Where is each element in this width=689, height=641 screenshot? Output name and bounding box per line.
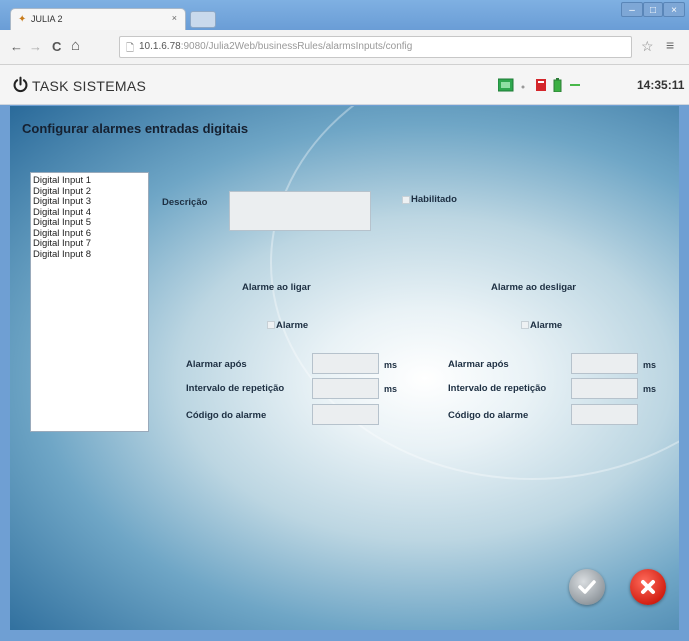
url-path: :9080/Julia2Web/businessRules/alarmsInpu… [180, 41, 413, 52]
bookmark-star-icon[interactable]: ☆ [641, 38, 654, 55]
tab-close-icon[interactable]: × [172, 13, 177, 23]
descricao-label: Descrição [162, 197, 208, 208]
new-tab-button[interactable] [190, 11, 216, 28]
habilitado-label: Habilitado [411, 194, 457, 205]
address-bar[interactable]: 🗋 10.1.6.78:9080/Julia2Web/businessRules… [119, 36, 632, 58]
forward-arrow-icon[interactable]: → [29, 39, 42, 54]
list-item[interactable]: Digital Input 5 [33, 217, 146, 229]
url-host: 10.1.6.78 [139, 41, 181, 52]
codigo-on-label: Código do alarme [186, 410, 267, 421]
menu-icon[interactable]: ≡ [666, 37, 674, 53]
alarme-ao-ligar-title: Alarme ao ligar [242, 282, 311, 293]
list-item[interactable]: Digital Input 1 [33, 175, 146, 187]
power-icon[interactable] [12, 76, 29, 93]
alarme-ao-desligar-title: Alarme ao desligar [491, 282, 577, 293]
cancel-button[interactable] [630, 569, 666, 605]
browser-title-bar: ✦ JULIA 2 × – □ × [0, 0, 689, 30]
page-icon: 🗋 [126, 43, 135, 54]
app-header: TASK SISTEMAS 14:35:11 [0, 65, 689, 105]
maximize-button[interactable]: □ [643, 2, 663, 17]
digital-input-list[interactable]: Digital Input 1 Digital Input 2 Digital … [30, 172, 149, 432]
tab-favicon-icon: ✦ [18, 14, 27, 25]
intervalo-on-label: Intervalo de repetição [186, 383, 285, 394]
alarmar-apos-on-label: Alarmar após [186, 359, 247, 370]
intervalo-off-label: Intervalo de repetição [448, 383, 547, 394]
reload-icon[interactable]: C [52, 39, 61, 54]
signal-dot-icon [521, 85, 525, 89]
window-bottom-border [0, 630, 689, 641]
page-title: Configurar alarmes entradas digitais [22, 121, 249, 136]
clock: 14:35:11 [637, 78, 685, 92]
habilitado-checkbox[interactable] [402, 196, 410, 204]
status-icons [498, 78, 624, 92]
close-icon [641, 580, 655, 594]
alarme-off-checkbox[interactable] [521, 321, 529, 329]
brand-name: TASK SISTEMAS [32, 78, 147, 94]
intervalo-off-field[interactable] [571, 378, 638, 399]
confirm-button[interactable] [569, 569, 605, 605]
home-icon[interactable]: ⌂ [71, 37, 80, 54]
window-close-button[interactable]: × [663, 2, 685, 17]
codigo-on-field[interactable] [312, 404, 379, 425]
intervalo-on-unit: ms [384, 384, 398, 394]
back-arrow-icon[interactable]: ← [10, 39, 23, 54]
list-item[interactable]: Digital Input 3 [33, 196, 146, 208]
alarmar-apos-on-field[interactable] [312, 353, 379, 374]
codigo-off-label: Código do alarme [448, 410, 529, 421]
intervalo-on-field[interactable] [312, 378, 379, 399]
network-icon [498, 78, 514, 92]
descricao-field[interactable] [229, 191, 371, 231]
alarmar-apos-off-unit: ms [643, 360, 657, 370]
list-item[interactable]: Digital Input 7 [33, 238, 146, 250]
alarmar-apos-off-label: Alarmar após [448, 359, 509, 370]
alarme-off-label: Alarme [530, 320, 563, 331]
check-icon [578, 580, 596, 594]
browser-toolbar: ← → C ⌂ 🗋 10.1.6.78:9080/Julia2Web/busin… [0, 30, 689, 65]
alarmar-apos-on-unit: ms [384, 360, 398, 370]
alarme-on-checkbox[interactable] [267, 321, 275, 329]
alert-icon [536, 79, 546, 91]
battery-icon [553, 78, 562, 92]
main-content: Configurar alarmes entradas digitais Dig… [10, 106, 679, 630]
intervalo-off-unit: ms [643, 384, 657, 394]
address-url: 10.1.6.78:9080/Julia2Web/businessRules/a… [139, 41, 412, 52]
browser-tab[interactable]: ✦ JULIA 2 × [10, 8, 186, 30]
list-item[interactable]: Digital Input 8 [33, 249, 146, 261]
tab-title: JULIA 2 [31, 14, 63, 24]
alarme-on-label: Alarme [276, 320, 309, 331]
minimize-button[interactable]: – [621, 2, 643, 17]
alarmar-apos-off-field[interactable] [571, 353, 638, 374]
codigo-off-field[interactable] [571, 404, 638, 425]
wifi-icon [570, 84, 580, 86]
